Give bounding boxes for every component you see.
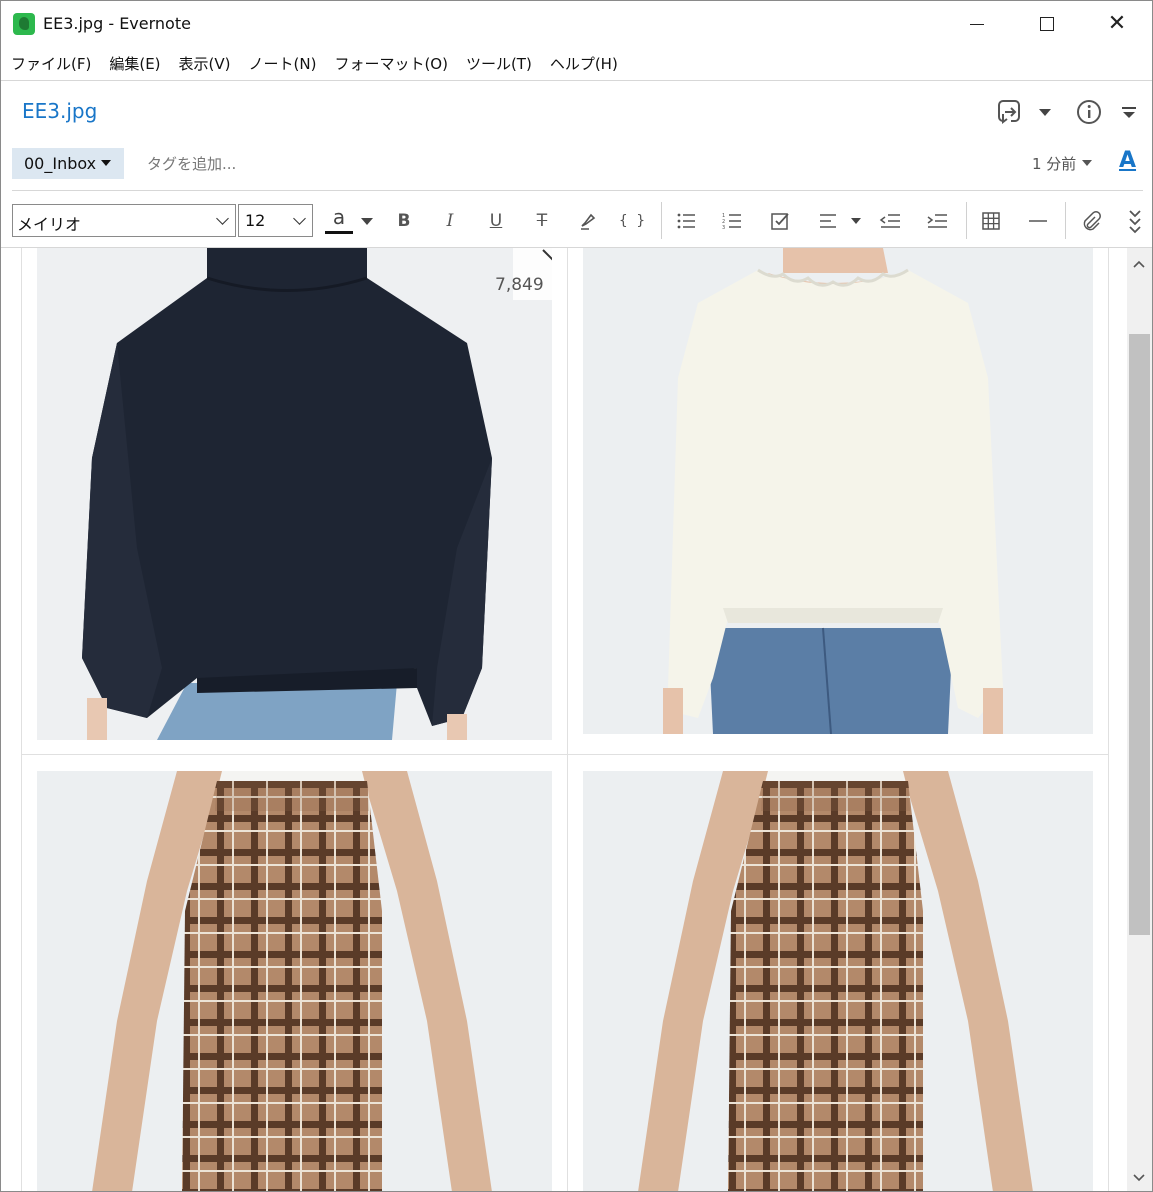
cream-sweater-illustration <box>583 248 1093 734</box>
favorite-count: 7,849 <box>495 275 544 295</box>
indent-icon <box>927 214 947 228</box>
text-color-glyph: a <box>332 205 346 229</box>
chevron-down-icon <box>361 217 373 225</box>
chevron-down-icon <box>216 212 229 225</box>
align-button[interactable] <box>814 206 842 236</box>
italic-button[interactable]: I <box>436 206 464 236</box>
product-image-navy-sweater <box>37 248 552 740</box>
maximize-icon <box>1040 17 1054 31</box>
svg-text:3: 3 <box>722 225 725 230</box>
numbered-list-icon: 123 <box>722 213 741 230</box>
close-icon: ✕ <box>1107 11 1127 36</box>
font-family-select[interactable]: メイリオ <box>12 204 236 237</box>
menu-bar: ファイル(F) 編集(E) 表示(V) ノート(N) フォーマット(O) ツール… <box>1 49 626 79</box>
menu-view[interactable]: 表示(V) <box>169 49 239 79</box>
notebook-selector[interactable]: 00_Inbox <box>12 148 124 179</box>
outdent-icon <box>879 214 900 228</box>
numbered-list-button[interactable]: 123 <box>718 206 746 236</box>
text-color-dropdown[interactable] <box>359 206 375 236</box>
window-title: EE3.jpg - Evernote <box>43 14 191 33</box>
double-chevron-down-icon <box>1129 210 1141 234</box>
notebook-name: 00_Inbox <box>24 154 97 173</box>
highlight-button[interactable] <box>574 206 602 236</box>
note-content[interactable]: 7,849 <box>1 248 1127 1191</box>
product-image-plaid-skirt <box>37 771 552 1191</box>
minimize-icon <box>970 23 984 25</box>
indent-button[interactable] <box>923 206 951 236</box>
underline-button[interactable]: U <box>482 206 510 236</box>
menu-tools[interactable]: ツール(T) <box>456 49 540 79</box>
chevron-down-icon <box>1082 160 1093 166</box>
paperclip-icon <box>1083 211 1101 231</box>
scroll-up-icon[interactable] <box>1132 257 1146 271</box>
more-options-icon[interactable] <box>1121 104 1137 120</box>
plaid-skirt-illustration <box>37 771 552 1191</box>
product-image-plaid-skirt <box>583 771 1093 1191</box>
align-left-icon <box>820 214 836 228</box>
menu-note[interactable]: ノート(N) <box>239 49 325 79</box>
scrollbar-thumb[interactable] <box>1129 334 1150 935</box>
evernote-logo-icon <box>13 13 35 35</box>
menu-help[interactable]: ヘルプ(H) <box>540 49 626 79</box>
menu-edit[interactable]: 編集(E) <box>99 49 168 79</box>
updated-time: 1 分前 <box>1032 155 1077 173</box>
strikethrough-button[interactable]: T <box>528 206 556 236</box>
close-button[interactable]: ✕ <box>1082 1 1152 47</box>
info-icon[interactable] <box>1075 98 1103 126</box>
bullet-list-icon <box>677 213 695 229</box>
plaid-skirt-illustration <box>583 771 1093 1191</box>
header-divider <box>12 190 1143 191</box>
font-family-value: メイリオ <box>17 215 82 234</box>
table-button[interactable] <box>977 206 1005 236</box>
font-settings-button[interactable]: A <box>1119 148 1136 173</box>
font-size-select[interactable]: 12 <box>238 204 313 237</box>
more-options-control <box>1121 97 1137 127</box>
grid-line <box>567 248 568 1191</box>
share-control <box>995 97 1051 127</box>
product-image-cream-sweater <box>583 248 1093 734</box>
horizontal-rule-button[interactable] <box>1024 206 1052 236</box>
evernote-window: EE3.jpg - Evernote ✕ ファイル(F) 編集(E) 表示(V)… <box>0 0 1153 1192</box>
toolbar-separator <box>966 202 967 239</box>
text-color-swatch <box>325 231 353 234</box>
bullet-list-button[interactable] <box>672 206 700 236</box>
menu-format[interactable]: フォーマット(O) <box>324 49 456 79</box>
info-control <box>1075 97 1103 127</box>
note-title[interactable]: EE3.jpg <box>22 99 97 123</box>
align-dropdown[interactable] <box>848 206 864 236</box>
bold-button[interactable]: B <box>390 206 418 236</box>
text-color-button[interactable]: a <box>323 206 355 236</box>
chevron-down-icon <box>101 160 112 166</box>
minimize-button[interactable] <box>942 1 1012 47</box>
navy-sweater-illustration <box>37 248 552 740</box>
table-icon <box>982 212 1000 230</box>
updated-time-dropdown[interactable]: 1 分前 <box>1032 153 1093 174</box>
menu-divider <box>1 80 1152 81</box>
maximize-button[interactable] <box>1012 1 1082 47</box>
outdent-button[interactable] <box>876 206 904 236</box>
code-block-button[interactable]: { } <box>618 206 648 236</box>
attachment-button[interactable] <box>1077 206 1105 236</box>
highlighter-icon <box>581 213 596 230</box>
checkbox-button[interactable] <box>766 206 794 236</box>
grid-line <box>21 248 22 1191</box>
chevron-down-icon <box>293 212 306 225</box>
menu-file[interactable]: ファイル(F) <box>1 49 99 79</box>
toolbar-separator <box>1065 202 1066 239</box>
font-size-value: 12 <box>245 211 266 230</box>
scroll-down-icon[interactable] <box>1132 1171 1146 1185</box>
grid-line <box>21 754 1109 755</box>
horizontal-rule-icon <box>1029 220 1047 222</box>
heart-icon <box>542 249 552 261</box>
toolbar-separator <box>661 202 662 239</box>
title-bar: EE3.jpg - Evernote ✕ <box>1 1 1152 47</box>
grid-line <box>1108 248 1109 1191</box>
chevron-down-icon <box>851 218 861 224</box>
checkbox-icon <box>771 213 789 230</box>
share-dropdown-icon[interactable] <box>1039 108 1051 116</box>
share-icon[interactable] <box>995 97 1025 127</box>
more-tools-button[interactable] <box>1123 206 1147 236</box>
tag-input[interactable]: タグを追加... <box>147 153 236 174</box>
